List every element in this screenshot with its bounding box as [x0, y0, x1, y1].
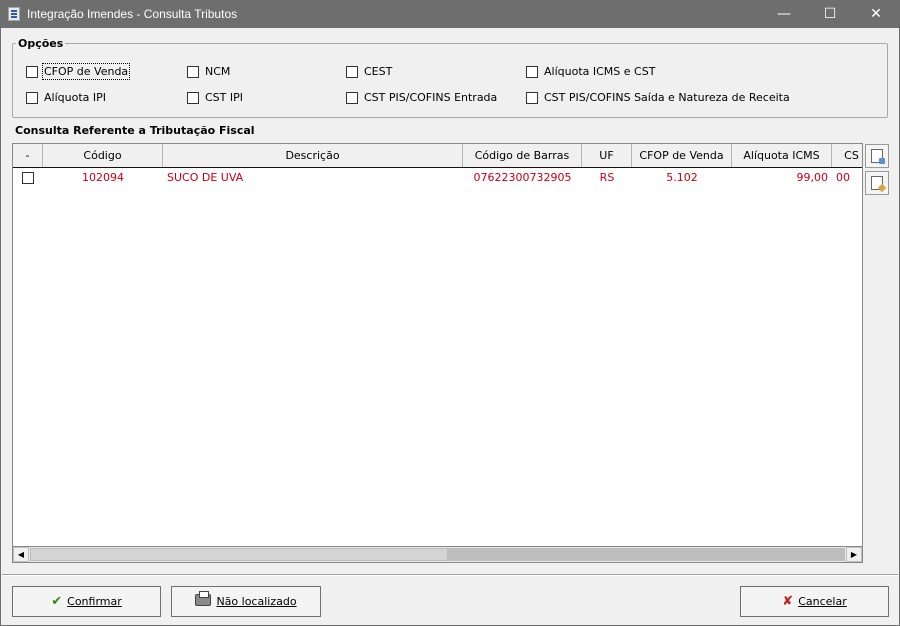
row-checkbox[interactable]	[22, 172, 34, 184]
cell-cfop: 5.102	[666, 171, 698, 184]
options-group-title: Opções	[16, 37, 66, 50]
checkbox-label: Alíquota ICMS e CST	[544, 65, 656, 78]
not-found-button-label: Não localizado	[216, 595, 297, 608]
column-header-uf[interactable]: UF	[582, 144, 632, 167]
checkbox-cfop-venda[interactable]: CFOP de Venda	[26, 63, 131, 80]
cell-descricao: SUCO DE UVA	[167, 171, 244, 184]
checkbox-label: CEST	[364, 65, 393, 78]
scrollbar-thumb[interactable]	[30, 548, 448, 561]
not-found-button[interactable]: Não localizado	[171, 586, 321, 617]
checkbox-cst-ipi[interactable]: CST IPI	[187, 91, 243, 104]
column-header-aliquota-icms[interactable]: Alíquota ICMS	[732, 144, 832, 167]
cell-codigo-barras: 07622300732905	[473, 171, 572, 184]
grid-section-title: Consulta Referente a Tributação Fiscal	[15, 124, 255, 137]
minimize-button[interactable]: —	[761, 1, 807, 28]
grid-header: - Código Descrição Código de Barras UF C…	[13, 144, 862, 168]
checkmark-icon: ✔	[51, 594, 63, 609]
column-header-descricao[interactable]: Descrição	[163, 144, 463, 167]
checkbox-aliquota-ipi[interactable]: Alíquota IPI	[26, 91, 106, 104]
checkbox-box[interactable]	[187, 91, 199, 104]
main-window: Integração Imendes - Consulta Tributos —…	[0, 0, 900, 626]
table-row[interactable]: 102094 SUCO DE UVA 07622300732905 RS 5.1…	[13, 169, 862, 187]
column-header-codigo[interactable]: Código	[43, 144, 163, 167]
cancel-button[interactable]: ✘ Cancelar	[740, 586, 889, 617]
checkbox-cst-pis-cofins-entrada[interactable]: CST PIS/COFINS Entrada	[346, 91, 497, 104]
checkbox-ncm[interactable]: NCM	[187, 65, 230, 78]
document-view-icon	[871, 149, 885, 164]
cell-cst: 00	[836, 171, 850, 184]
cell-uf: RS	[599, 171, 615, 184]
app-icon	[8, 7, 20, 21]
checkbox-cest[interactable]: CEST	[346, 65, 392, 78]
checkbox-label: CST IPI	[205, 91, 244, 104]
document-edit-icon	[871, 176, 883, 190]
close-button[interactable]: ✕	[853, 1, 899, 28]
checkbox-box[interactable]	[526, 91, 538, 104]
checkbox-cst-pis-cofins-saida[interactable]: CST PIS/COFINS Saída e Natureza de Recei…	[526, 91, 790, 104]
cell-aliquota-icms: 99,00	[796, 171, 829, 184]
column-header-codigo-barras[interactable]: Código de Barras	[463, 144, 582, 167]
options-group	[12, 43, 888, 118]
scrollbar-track[interactable]	[448, 548, 845, 561]
checkbox-label: NCM	[205, 65, 231, 78]
cell-codigo: 102094	[82, 171, 124, 184]
checkbox-box[interactable]	[26, 91, 38, 104]
horizontal-scrollbar[interactable]: ◀ ▶	[12, 546, 863, 563]
confirm-button-label: Confirmar	[67, 595, 122, 608]
maximize-button[interactable]: ☐	[807, 1, 853, 28]
checkbox-box[interactable]	[187, 65, 199, 78]
title-bar[interactable]: Integração Imendes - Consulta Tributos —…	[1, 1, 899, 28]
column-header-select[interactable]: -	[13, 144, 43, 167]
printer-icon	[195, 591, 212, 609]
edit-button[interactable]	[865, 171, 889, 195]
window-title: Integração Imendes - Consulta Tributos	[27, 7, 238, 21]
tax-grid[interactable]: - Código Descrição Código de Barras UF C…	[12, 143, 863, 563]
row-select-cell[interactable]	[13, 169, 43, 187]
checkbox-box[interactable]	[26, 65, 38, 78]
scroll-left-arrow-icon[interactable]: ◀	[13, 547, 29, 562]
checkbox-label: Alíquota IPI	[44, 91, 106, 104]
column-header-cfop[interactable]: CFOP de Venda	[632, 144, 732, 167]
cancel-x-icon: ✘	[782, 594, 794, 609]
checkbox-label: CFOP de Venda	[41, 63, 131, 80]
checkbox-box[interactable]	[526, 65, 538, 78]
checkbox-label: CST PIS/COFINS Entrada	[364, 91, 498, 104]
footer-separator	[2, 574, 898, 576]
cancel-button-label: Cancelar	[798, 595, 847, 608]
checkbox-box[interactable]	[346, 91, 358, 104]
confirm-button[interactable]: ✔ Confirmar	[12, 586, 161, 617]
column-header-cst[interactable]: CS	[832, 144, 862, 167]
checkbox-aliquota-icms-cst[interactable]: Alíquota ICMS e CST	[526, 65, 655, 78]
view-details-button[interactable]	[865, 144, 889, 168]
scroll-right-arrow-icon[interactable]: ▶	[846, 547, 862, 562]
checkbox-label: CST PIS/COFINS Saída e Natureza de Recei…	[544, 91, 790, 104]
checkbox-box[interactable]	[346, 65, 358, 78]
